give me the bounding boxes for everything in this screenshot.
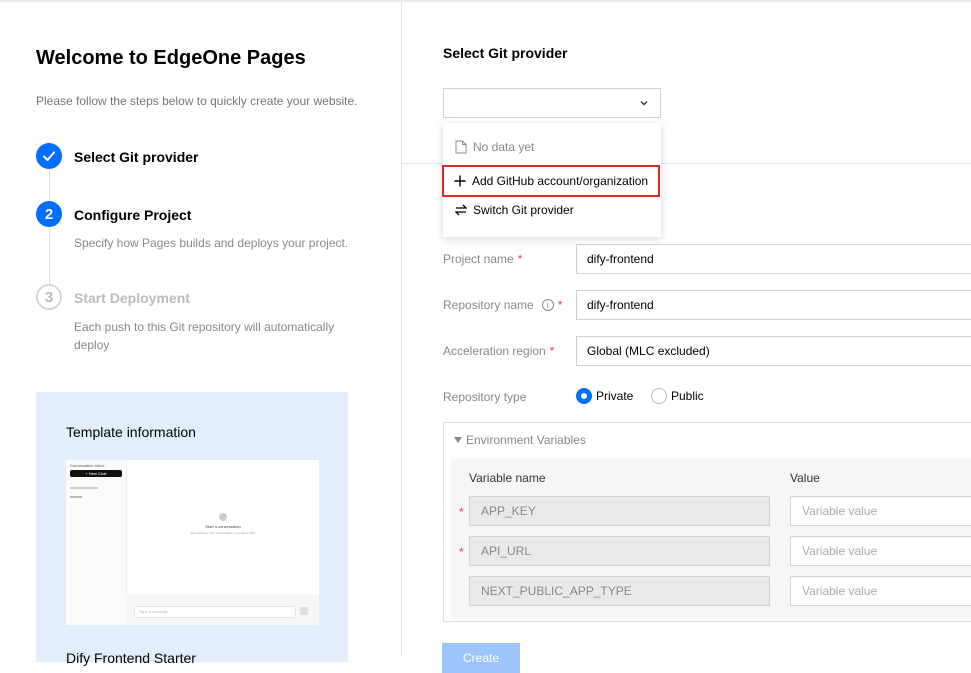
repo-type-private-label: Private (596, 389, 634, 403)
template-info-card: Template information Conversation Inbox … (36, 392, 348, 666)
column-header-name: Variable name (469, 471, 546, 485)
step-2-number: 2 (36, 201, 62, 227)
env-var-name-input: NEXT_PUBLIC_APP_TYPE (469, 576, 770, 606)
required-mark: * (557, 298, 563, 312)
preview-new-chat-button: + New Chat (70, 470, 122, 477)
repo-name-label-text: Repository name (443, 298, 534, 312)
preview-input: Type a message (134, 606, 296, 618)
step-connector (49, 171, 50, 201)
step-1-title: Select Git provider (74, 149, 199, 165)
swap-icon (453, 202, 469, 218)
step-1-check-icon (36, 143, 62, 169)
plus-icon (452, 173, 468, 189)
preview-new-chat-label: + New Chat (85, 471, 107, 476)
caret-down-icon (454, 437, 462, 443)
project-name-input[interactable]: dify-frontend (576, 244, 971, 274)
env-var-value-input[interactable]: Variable value (790, 576, 971, 606)
acceleration-region-select[interactable]: Global (MLC excluded) (576, 336, 971, 366)
required-mark: * (459, 505, 464, 519)
project-name-label-text: Project name (443, 252, 514, 266)
page-subtitle: Please follow the steps below to quickly… (36, 94, 358, 108)
chevron-down-icon (640, 101, 648, 106)
step-2-description: Specify how Pages builds and deploys you… (74, 236, 349, 250)
preview-input-bar: Type a message (126, 595, 319, 625)
panel-divider (401, 2, 402, 657)
step-3-number: 3 (36, 284, 62, 310)
preview-logo (219, 513, 227, 521)
add-github-account-label: Add GitHub account/organization (472, 174, 649, 188)
template-name: Dify Frontend Starter (66, 650, 196, 666)
env-var-value-input[interactable]: Variable value (790, 496, 971, 526)
git-provider-heading: Select Git provider (443, 45, 568, 61)
environment-variables-panel: Environment Variables Variable name Valu… (443, 422, 971, 622)
repo-name-label: Repository name i * (443, 298, 562, 312)
preview-sidebar-title: Conversation Inbox (70, 463, 105, 468)
template-info-heading: Template information (66, 424, 196, 440)
git-provider-dropdown: No data yet Add GitHub account/organizat… (442, 123, 661, 237)
environment-variables-table: Variable name Value * APP_KEY Variable v… (451, 459, 971, 619)
repo-type-private-radio[interactable]: Private (576, 388, 633, 404)
preview-line (70, 487, 98, 489)
repo-type-public-radio[interactable]: Public (651, 388, 704, 404)
step-3-title: Start Deployment (74, 290, 190, 306)
step-2-title: Configure Project (74, 207, 192, 223)
dropdown-empty-text: No data yet (473, 140, 535, 154)
acceleration-region-label: Acceleration region * (443, 344, 554, 358)
switch-git-provider-label: Switch Git provider (473, 203, 574, 217)
repo-name-input[interactable]: dify-frontend (576, 290, 971, 320)
step-connector (49, 229, 50, 285)
required-mark: * (549, 344, 555, 358)
document-icon (453, 139, 469, 155)
required-mark: * (459, 545, 464, 559)
acceleration-region-label-text: Acceleration region (443, 344, 546, 358)
preview-line (70, 496, 82, 498)
project-name-label: Project name * (443, 252, 522, 266)
dropdown-empty-state: No data yet (443, 133, 661, 161)
preview-start-desc: Ask anything. Your conversation is priva… (190, 531, 256, 535)
switch-git-provider-option[interactable]: Switch Git provider (443, 196, 661, 224)
git-provider-select[interactable] (443, 88, 661, 118)
create-button[interactable]: Create (442, 643, 520, 673)
info-icon[interactable]: i (541, 299, 554, 311)
environment-variables-heading: Environment Variables (466, 433, 586, 447)
environment-variables-toggle[interactable]: Environment Variables (454, 433, 586, 447)
preview-send-icon (300, 607, 308, 615)
repo-type-label: Repository type (443, 390, 527, 404)
page-title: Welcome to EdgeOne Pages (36, 47, 306, 69)
column-header-value: Value (790, 471, 820, 485)
repo-type-public-label: Public (671, 389, 704, 403)
env-var-name-input: API_URL (469, 536, 770, 566)
wizard-sidebar: Welcome to EdgeOne Pages Please follow t… (0, 2, 401, 666)
template-preview-image: Conversation Inbox + New Chat Start a co… (66, 460, 319, 625)
radio-unselected-icon (651, 388, 667, 404)
env-var-value-input[interactable]: Variable value (790, 536, 971, 566)
preview-chat-area: Start a conversation Ask anything. Your … (126, 460, 319, 590)
preview-start-heading: Start a conversation (205, 524, 241, 529)
step-3-description: Each push to this Git repository will au… (74, 320, 335, 352)
radio-selected-icon (576, 388, 592, 404)
add-github-account-option[interactable]: Add GitHub account/organization (442, 165, 660, 197)
preview-input-placeholder: Type a message (139, 609, 169, 614)
required-mark: * (517, 252, 523, 266)
check-icon (43, 151, 55, 161)
preview-sidebar: Conversation Inbox + New Chat (66, 460, 127, 625)
env-var-name-input: APP_KEY (469, 496, 770, 526)
